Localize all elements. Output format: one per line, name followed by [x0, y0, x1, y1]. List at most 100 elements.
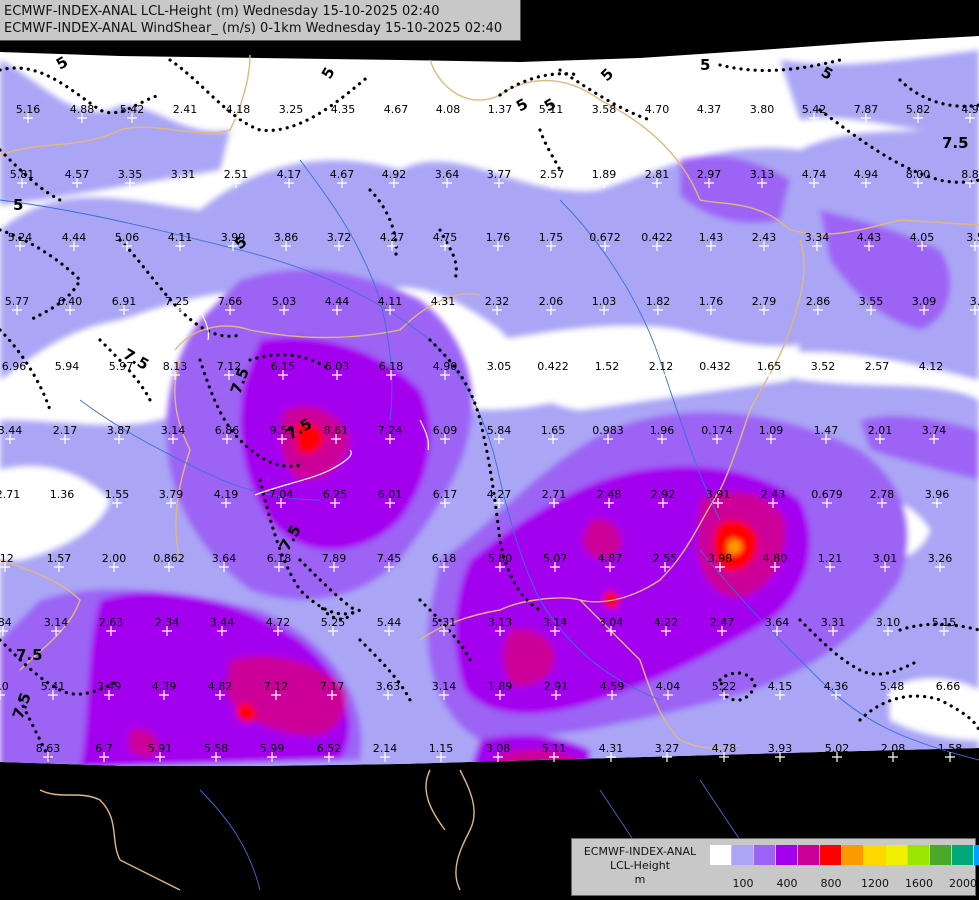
station-value: 5.11 [539, 103, 564, 116]
station-value: 6.66 [936, 680, 961, 693]
station-value: 6.18 [432, 552, 457, 565]
station-value: 5.07 [543, 552, 568, 565]
station-value: 3.13 [750, 168, 775, 181]
legend-swatch [710, 845, 731, 865]
station-value: 4.80 [763, 552, 788, 565]
station-value: 2.00 [102, 552, 127, 565]
station-value: 4.92 [382, 168, 407, 181]
station-value: 5.06 [115, 231, 140, 244]
station-value: 1.36 [50, 488, 75, 501]
station-value: 6.15 [271, 360, 296, 373]
station-value: 6.01 [378, 488, 403, 501]
station-value: 6.18 [379, 360, 404, 373]
station-value: 4.43 [857, 231, 882, 244]
station-value: 1.96 [650, 424, 675, 437]
station-value: 3.64 [212, 552, 237, 565]
station-value: .12 [0, 552, 14, 565]
station-value: 3.86 [274, 231, 299, 244]
station-value: 4.67 [330, 168, 355, 181]
station-value: 3.93 [768, 742, 793, 755]
station-value: 5.25 [321, 616, 346, 629]
station-value: 3.25 [279, 103, 304, 116]
station-value: 3.10 [876, 616, 901, 629]
station-value: 6.52 [317, 742, 342, 755]
legend-tick-label: 100 [732, 877, 754, 890]
legend-tick-label: 400 [776, 877, 798, 890]
station-value: 7.12 [217, 360, 242, 373]
station-value: 3.87 [107, 424, 132, 437]
color-legend: ECMWF-INDEX-ANAL LCL-Height m 100 400 800 1… [571, 838, 979, 896]
station-value: 4.59 [600, 680, 625, 693]
station-value: 4.87 [598, 552, 623, 565]
station-value: 7.12 [264, 680, 289, 693]
station-value: 4.27 [380, 231, 405, 244]
title-line-lcl: ECMWF-INDEX-ANAL LCL-Height (m) Wednesda… [4, 4, 440, 19]
station-value: 6.03 [325, 360, 350, 373]
station-value: 2.57 [540, 168, 565, 181]
legend-ticks: 100 400 800 1200 1600 2000 [710, 877, 978, 891]
station-value: 1.75 [539, 231, 564, 244]
contour-label: 5 [13, 196, 23, 214]
station-value: 5.41 [41, 680, 66, 693]
station-value: 1.15 [429, 742, 454, 755]
station-value: 0.679 [811, 488, 843, 501]
legend-tick-label: 1200 [861, 877, 889, 890]
station-value: 3.44 [210, 616, 235, 629]
station-value: 5.0 [0, 680, 9, 693]
station-value: 4.57 [65, 168, 90, 181]
legend-title-variable: LCL-Height [609, 859, 671, 872]
station-value: 1.57 [47, 552, 72, 565]
station-value: 5.22 [712, 680, 737, 693]
station-value: 7.45 [377, 552, 402, 565]
station-value: 4.04 [656, 680, 681, 693]
station-value: 3.80 [750, 103, 775, 116]
station-value: 2.32 [485, 295, 510, 308]
station-value: 3.14 [44, 616, 69, 629]
legend-swatch [886, 845, 907, 865]
station-value: 3.55 [859, 295, 884, 308]
legend-tick-label: 2000 [949, 877, 977, 890]
station-value: 1.37 [488, 103, 513, 116]
station-value: 5.15 [932, 616, 957, 629]
station-value: 4.08 [436, 103, 461, 116]
station-value: 4.88 [70, 103, 95, 116]
station-value: 2.47 [710, 616, 735, 629]
station-value: 3.01 [873, 552, 898, 565]
station-value: 3.91 [706, 488, 731, 501]
station-value: 3. [970, 295, 979, 308]
station-value: 3.31 [171, 168, 196, 181]
station-value: 6.17 [433, 488, 458, 501]
legend-swatch [908, 845, 929, 865]
station-value: 4.44 [325, 295, 350, 308]
station-value: 1.47 [814, 424, 839, 437]
station-value: 3.14 [161, 424, 186, 437]
station-value: .84 [0, 616, 12, 629]
station-value: 1.76 [699, 295, 724, 308]
station-value: 3.34 [805, 231, 830, 244]
station-value: 4.9 [961, 103, 979, 116]
station-value: 2.51 [224, 168, 249, 181]
station-value: 6.25 [323, 488, 348, 501]
station-value: 2.43 [752, 231, 777, 244]
station-value: 2.55 [653, 552, 678, 565]
station-value: 4.12 [919, 360, 944, 373]
station-value: 5.58 [204, 742, 229, 755]
station-value: 2.41 [173, 103, 198, 116]
station-value: 4.44 [62, 231, 87, 244]
station-value: 3.64 [435, 168, 460, 181]
station-value: 5.48 [880, 680, 905, 693]
legend-swatch [754, 845, 775, 865]
legend-swatch [864, 845, 885, 865]
station-value: 5.99 [260, 742, 285, 755]
station-value: 5.31 [432, 616, 457, 629]
legend-title-unit: m [634, 873, 646, 886]
station-value: 1.21 [818, 552, 843, 565]
station-value: 7.25 [165, 295, 190, 308]
station-value: 5.42 [802, 103, 827, 116]
station-value: 3.52 [811, 360, 836, 373]
station-value: 3.63 [376, 680, 401, 693]
station-value: 3.44 [0, 424, 22, 437]
legend-swatch [798, 845, 819, 865]
station-value: 6.40 [58, 295, 83, 308]
station-value: 2.97 [697, 168, 722, 181]
